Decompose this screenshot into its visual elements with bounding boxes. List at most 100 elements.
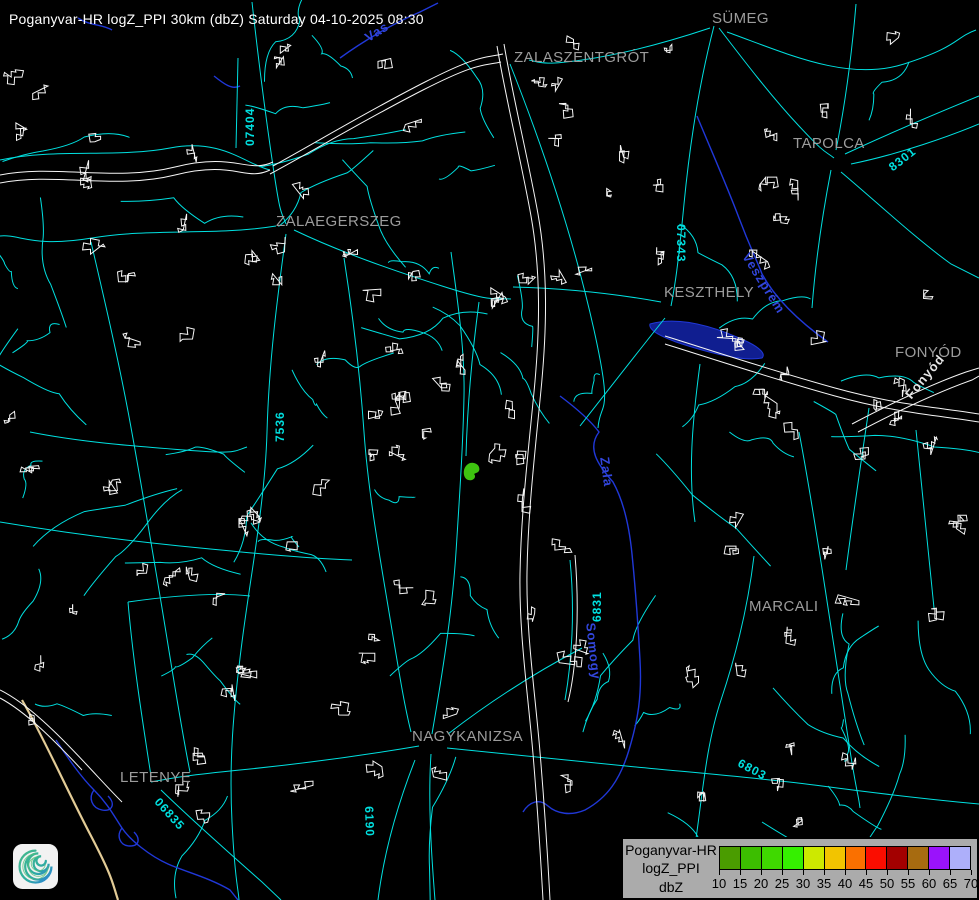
map-line bbox=[501, 353, 550, 424]
map-line bbox=[369, 450, 378, 461]
map-line bbox=[846, 408, 869, 570]
map-line bbox=[729, 432, 794, 457]
map-line bbox=[386, 343, 403, 354]
map-line bbox=[786, 743, 794, 755]
dbz-tickmark bbox=[950, 870, 951, 875]
map-line bbox=[724, 546, 738, 555]
map-line bbox=[369, 410, 383, 418]
map-line bbox=[270, 62, 501, 174]
map-line bbox=[887, 32, 900, 45]
map-line bbox=[70, 605, 78, 615]
map-line bbox=[30, 432, 247, 452]
map-line bbox=[794, 818, 803, 828]
map-line bbox=[841, 375, 934, 393]
map-line bbox=[4, 411, 15, 423]
map-line bbox=[433, 307, 502, 395]
map-line bbox=[390, 633, 475, 676]
dbz-tickmark bbox=[929, 870, 930, 875]
map-line bbox=[443, 708, 458, 719]
map-line bbox=[35, 704, 112, 716]
map-line bbox=[234, 445, 313, 562]
map-line bbox=[251, 523, 326, 572]
map-line bbox=[379, 318, 443, 350]
dbz-color-cell bbox=[803, 846, 825, 870]
spiral-logo-icon bbox=[13, 844, 58, 889]
map-line bbox=[736, 663, 746, 677]
map-line bbox=[180, 327, 194, 341]
map-line bbox=[20, 466, 39, 473]
map-line bbox=[359, 653, 375, 663]
map-line bbox=[559, 103, 573, 118]
map-line bbox=[504, 44, 550, 900]
map-line bbox=[187, 144, 197, 162]
map-line bbox=[613, 730, 625, 748]
dbz-tickmark bbox=[908, 870, 909, 875]
map-line bbox=[774, 214, 790, 224]
map-line bbox=[251, 507, 261, 524]
map-line bbox=[552, 539, 572, 553]
map-line bbox=[409, 271, 421, 281]
dbz-tickmark bbox=[803, 870, 804, 875]
map-line bbox=[3, 134, 130, 162]
dbz-color-cell bbox=[719, 846, 741, 870]
dbz-tickmark bbox=[719, 870, 720, 875]
map-line bbox=[331, 702, 350, 716]
map-line bbox=[0, 690, 122, 802]
map-line bbox=[823, 546, 831, 559]
dbz-tickmark bbox=[845, 870, 846, 875]
map-line bbox=[175, 796, 228, 898]
map-line bbox=[924, 290, 933, 299]
map-line bbox=[753, 389, 767, 398]
map-line bbox=[422, 428, 431, 439]
dbz-color-cell bbox=[907, 846, 929, 870]
legend-radar-name: Poganyvar-HR bbox=[625, 841, 717, 859]
map-line bbox=[125, 558, 241, 574]
map-line bbox=[2, 569, 41, 639]
map-line bbox=[664, 44, 672, 52]
dbz-tickmark bbox=[782, 870, 783, 875]
map-line bbox=[245, 103, 330, 114]
map-line bbox=[489, 444, 506, 463]
dbz-color-cell bbox=[886, 846, 908, 870]
radar-map-canvas bbox=[0, 0, 979, 900]
map-line bbox=[841, 613, 864, 745]
map-line bbox=[719, 297, 810, 328]
map-line bbox=[510, 64, 605, 428]
map-line bbox=[0, 226, 276, 242]
map-line bbox=[118, 271, 136, 282]
dbz-color-cell bbox=[782, 846, 804, 870]
map-line bbox=[531, 78, 546, 87]
map-line bbox=[820, 104, 828, 118]
map-line bbox=[552, 77, 563, 91]
map-line bbox=[313, 480, 330, 496]
map-line bbox=[312, 35, 353, 78]
map-line bbox=[682, 363, 764, 427]
map-line bbox=[780, 367, 789, 381]
dbz-color-cell bbox=[761, 846, 783, 870]
map-line bbox=[13, 324, 60, 353]
map-line bbox=[505, 400, 514, 418]
met-service-spiral-logo bbox=[13, 844, 58, 889]
dbz-tick-label: 70 bbox=[956, 876, 979, 891]
map-line bbox=[245, 251, 260, 265]
map-line bbox=[894, 378, 906, 397]
map-line bbox=[574, 374, 600, 402]
map-line bbox=[949, 521, 966, 534]
map-line bbox=[852, 368, 979, 424]
map-line bbox=[832, 626, 879, 694]
dbz-legend: Poganyvar-HR logZ_PPI dbZ 10152025303540… bbox=[621, 837, 979, 900]
map-line bbox=[292, 370, 327, 418]
radar-echo-blob bbox=[464, 463, 480, 481]
map-line bbox=[274, 57, 284, 68]
map-line bbox=[759, 177, 778, 191]
radar-viewer: SÜMEGZALASZENTGRÓTTAPOLCAZALAEGERSZEGKES… bbox=[0, 0, 979, 900]
map-line bbox=[432, 767, 447, 780]
map-line bbox=[0, 162, 273, 175]
radar-title-text: Poganyvar-HR logZ_PPI 30km (dbZ) Saturda… bbox=[9, 11, 424, 27]
map-line bbox=[128, 594, 250, 602]
dbz-tickmark bbox=[740, 870, 741, 875]
map-line bbox=[561, 775, 572, 793]
map-line bbox=[565, 560, 572, 700]
map-line bbox=[0, 349, 86, 425]
dbz-colorbar: 10152025303540455055606570 bbox=[719, 839, 977, 898]
